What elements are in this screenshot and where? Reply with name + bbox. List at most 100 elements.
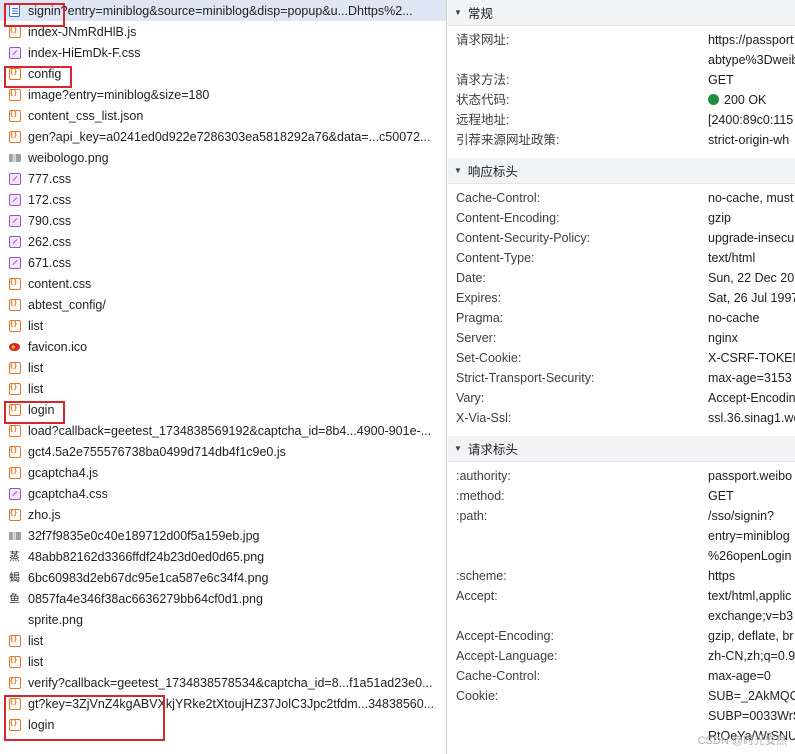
header-row: Date: Sun, 22 Dec 202: [448, 268, 795, 288]
header-value[interactable]: text/html,applic exchange;v=b3: [708, 586, 795, 626]
header-value-line: Accept-Encodin: [708, 391, 795, 405]
request-row[interactable]: {} list: [0, 651, 446, 672]
request-name: login: [28, 402, 55, 417]
header-value[interactable]: https: [708, 566, 795, 586]
request-row[interactable]: {} verify?callback=geetest_1734838578534&…: [0, 672, 446, 693]
request-row[interactable]: {} image?entry=miniblog&size=180: [0, 84, 446, 105]
request-row[interactable]: 32f7f9835e0c40e189712d00f5a159eb.jpg: [0, 525, 446, 546]
request-row[interactable]: weibologo.png: [0, 147, 446, 168]
request-row[interactable]: 262.css: [0, 231, 446, 252]
request-row[interactable]: {} abtest_config/: [0, 294, 446, 315]
request-row[interactable]: signin?entry=miniblog&source=miniblog&di…: [0, 0, 446, 21]
header-value[interactable]: /sso/signin? entry=miniblog %26openLogin: [708, 506, 795, 566]
request-headers-section-header[interactable]: ▼ 请求标头: [448, 436, 795, 462]
header-value[interactable]: zh-CN,zh;q=0.9: [708, 646, 795, 666]
request-row[interactable]: 671.css: [0, 252, 446, 273]
header-value[interactable]: no-cache: [708, 308, 795, 328]
request-name: gcaptcha4.js: [28, 465, 99, 480]
request-row[interactable]: {} zho.js: [0, 504, 446, 525]
header-value[interactable]: GET: [708, 70, 795, 90]
request-row[interactable]: {} config: [0, 63, 446, 84]
header-key: Content-Encoding:: [456, 211, 560, 225]
header-value[interactable]: nginx: [708, 328, 795, 348]
request-row[interactable]: {} list: [0, 315, 446, 336]
header-key: 请求网址:: [456, 33, 510, 47]
general-section-header[interactable]: ▼ 常规: [448, 0, 795, 26]
request-row[interactable]: {} login: [0, 714, 446, 735]
request-row[interactable]: favicon.ico: [0, 336, 446, 357]
request-name: index-JNmRdHlB.js: [28, 24, 137, 39]
header-value[interactable]: Sun, 22 Dec 202: [708, 268, 795, 288]
header-row: Server: nginx: [448, 328, 795, 348]
request-row[interactable]: 777.css: [0, 168, 446, 189]
script-icon: {}: [8, 655, 21, 668]
request-row[interactable]: {} list: [0, 630, 446, 651]
request-row[interactable]: {} gct4.5a2e755576738ba0499d714db4f1c9e0.…: [0, 441, 446, 462]
request-row[interactable]: 鱼 0857fa4e346f38ac6636279bb64cf0d1.png: [0, 588, 446, 609]
request-row[interactable]: 蝎 6bc60983d2eb67dc95e1ca587e6c34f4.png: [0, 567, 446, 588]
status-ok-icon: [708, 94, 719, 105]
header-value-line: exchange;v=b3: [708, 609, 794, 623]
request-row[interactable]: {} index-JNmRdHlB.js: [0, 21, 446, 42]
request-row[interactable]: {} login: [0, 399, 446, 420]
request-row[interactable]: {} gt?key=3ZjVnZ4kgABVXkjYRke2tXtoujHZ37J…: [0, 693, 446, 714]
status-code-text: 200 OK: [724, 93, 767, 107]
request-row[interactable]: {} content_css_list.json: [0, 105, 446, 126]
request-row[interactable]: {} gcaptcha4.js: [0, 462, 446, 483]
request-name: config: [28, 66, 62, 81]
request-name: list: [28, 654, 44, 669]
header-key: X-Via-Ssl:: [456, 411, 512, 425]
header-value[interactable]: max-age=3153: [708, 368, 795, 388]
request-row[interactable]: 790.css: [0, 210, 446, 231]
request-row[interactable]: index-HiEmDk-F.css: [0, 42, 446, 63]
request-row[interactable]: 蒸 48abb82162d3366ffdf24b23d0ed0d65.png: [0, 546, 446, 567]
stylesheet-icon: [8, 235, 21, 248]
header-row: 远程地址: [2400:89c0:115: [448, 110, 795, 130]
header-key: 请求方法:: [456, 73, 510, 87]
header-row: Cache-Control: max-age=0: [448, 666, 795, 686]
script-icon: {}: [8, 382, 21, 395]
request-name: gct4.5a2e755576738ba0499d714db4f1c9e0.js: [28, 444, 286, 459]
request-row[interactable]: {} content.css: [0, 273, 446, 294]
request-name: 790.css: [28, 213, 72, 228]
header-value[interactable]: Sat, 26 Jul 1997: [708, 288, 795, 308]
header-key: Vary:: [456, 391, 485, 405]
request-row[interactable]: {} load?callback=geetest_1734838569192&ca…: [0, 420, 446, 441]
request-row[interactable]: gcaptcha4.css: [0, 483, 446, 504]
request-row[interactable]: {} gen?api_key=a0241ed0d922e7286303ea5818…: [0, 126, 446, 147]
header-value[interactable]: https://passport abtype%3Dweib: [708, 30, 795, 70]
header-value[interactable]: ssl.36.sinag1.wo: [708, 408, 795, 428]
header-value-line: gzip: [708, 211, 731, 225]
header-value-line: passport.weibo: [708, 469, 793, 483]
request-name: 48abb82162d3366ffdf24b23d0ed0d65.png: [28, 549, 265, 564]
response-headers-section-header[interactable]: ▼ 响应标头: [448, 158, 795, 184]
header-row: :authority: passport.weibo: [448, 466, 795, 486]
header-value[interactable]: no-cache, must: [708, 188, 795, 208]
collapse-triangle-icon: ▼: [454, 166, 462, 175]
header-key: Content-Security-Policy:: [456, 231, 591, 245]
header-value[interactable]: passport.weibo: [708, 466, 795, 486]
header-value[interactable]: text/html: [708, 248, 795, 268]
stylesheet-icon: [8, 214, 21, 227]
header-value[interactable]: 200 OK: [708, 90, 795, 110]
header-key: Date:: [456, 271, 486, 285]
request-row[interactable]: sprite.png: [0, 609, 446, 630]
header-value[interactable]: strict-origin-wh: [708, 130, 795, 150]
header-value[interactable]: X-CSRF-TOKEN: [708, 348, 795, 368]
header-value[interactable]: gzip, deflate, br: [708, 626, 795, 646]
header-row: 状态代码: 200 OK: [448, 90, 795, 110]
request-row[interactable]: {} list: [0, 378, 446, 399]
header-value[interactable]: [2400:89c0:115: [708, 110, 795, 130]
script-icon: {}: [8, 697, 21, 710]
script-icon: {}: [8, 361, 21, 374]
request-name: list: [28, 381, 44, 396]
request-row[interactable]: {} list: [0, 357, 446, 378]
header-value[interactable]: max-age=0: [708, 666, 795, 686]
header-value-line: entry=miniblog: [708, 529, 790, 543]
header-value[interactable]: upgrade-insecu: [708, 228, 795, 248]
request-row[interactable]: 172.css: [0, 189, 446, 210]
header-value[interactable]: GET: [708, 486, 795, 506]
header-value-line: text/html,applic: [708, 589, 792, 603]
header-value[interactable]: Accept-Encodin: [708, 388, 795, 408]
header-value[interactable]: gzip: [708, 208, 795, 228]
